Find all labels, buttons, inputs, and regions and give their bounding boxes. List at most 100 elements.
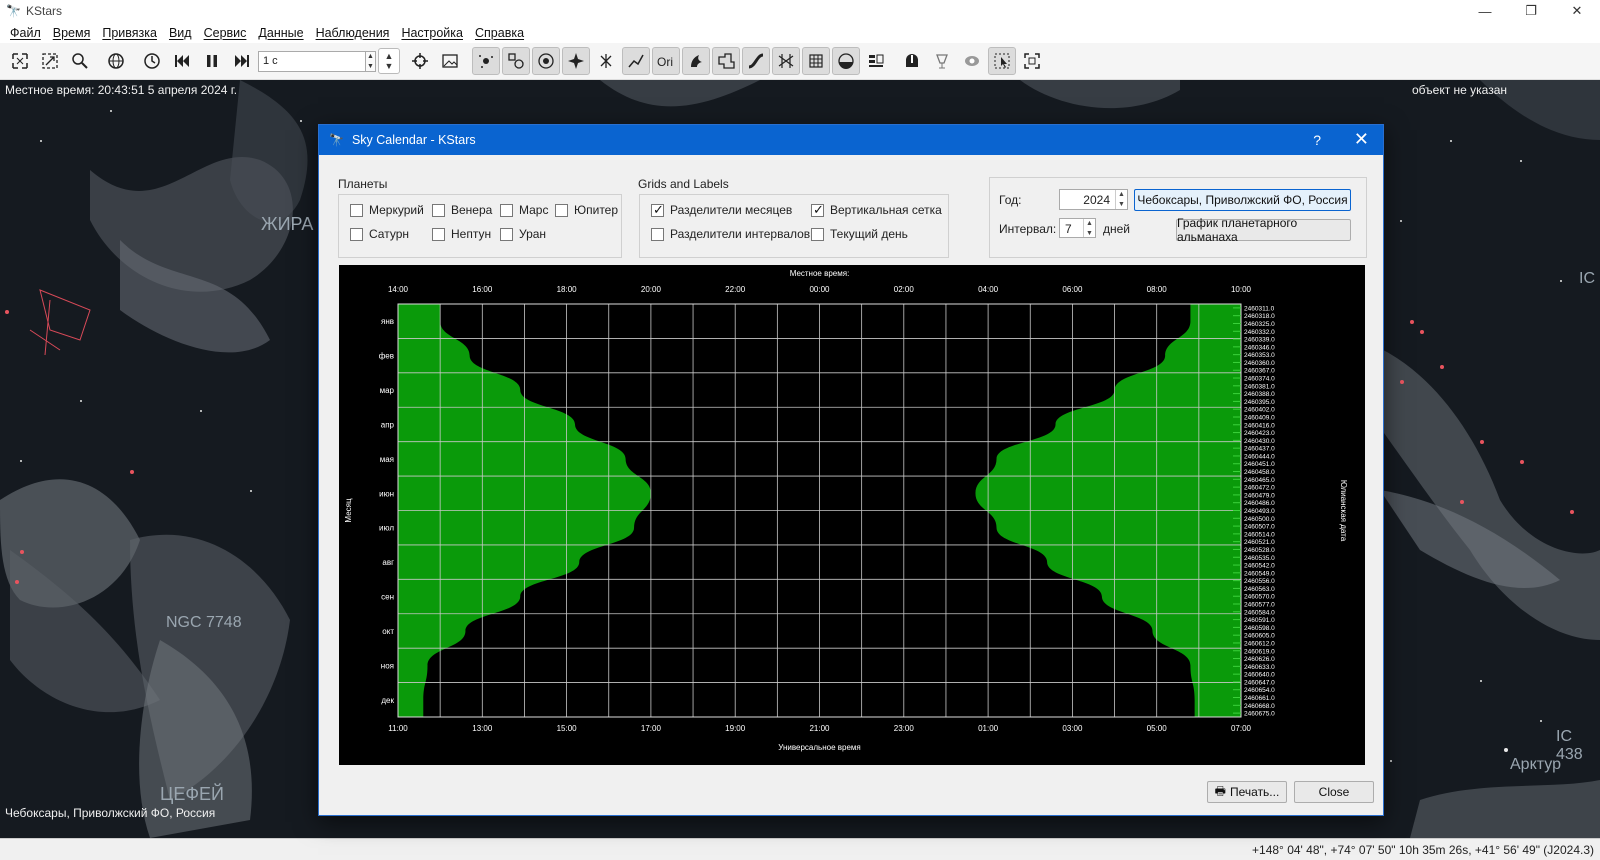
- jd-label: 2460563.0: [1244, 586, 1275, 593]
- step-forward-icon[interactable]: [228, 47, 256, 75]
- checkbox-box[interactable]: [500, 227, 513, 241]
- sky-objects-toggle-icon[interactable]: [958, 47, 986, 75]
- zoom-in-icon[interactable]: [6, 47, 34, 75]
- location-button[interactable]: Чебоксары, Приволжский ФО, Россия: [1134, 189, 1351, 211]
- interval-spinbox[interactable]: 7 ▲ ▼: [1059, 218, 1096, 238]
- local-time-tick-label: 04:00: [978, 285, 999, 294]
- planetary-almanac-button[interactable]: График планетарного альманаха: [1176, 216, 1351, 244]
- checkbox-box[interactable]: [555, 203, 568, 217]
- menu-view[interactable]: Вид: [163, 26, 198, 40]
- stars-toggle-icon[interactable]: [472, 47, 500, 75]
- checkbox-current-day[interactable]: Текущий день: [811, 227, 908, 241]
- dialog-help-button[interactable]: ?: [1313, 132, 1321, 148]
- checkbox-mercury[interactable]: Меркурий: [350, 203, 424, 217]
- jd-label: 2460402.0: [1244, 407, 1275, 414]
- deep-sky-toggle-icon[interactable]: [502, 47, 530, 75]
- ut-tick-label: 13:00: [472, 724, 493, 733]
- milky-way-toggle-icon[interactable]: [742, 47, 770, 75]
- minimize-button[interactable]: —: [1462, 0, 1508, 22]
- find-object-icon[interactable]: [66, 47, 94, 75]
- horizontal-grid-toggle-icon[interactable]: [802, 47, 830, 75]
- jd-label: 2460353.0: [1244, 352, 1275, 359]
- constellation-art-toggle-icon[interactable]: [682, 47, 710, 75]
- observatory-toggle-icon[interactable]: [898, 47, 926, 75]
- checkbox-mars[interactable]: Марс: [500, 203, 548, 217]
- interval-unit: дней: [1103, 222, 1131, 236]
- fullscreen-icon[interactable]: [1018, 47, 1046, 75]
- chart-svg: 14:00 16:00 18:00 20:00 22:00 00:00 02:00 04:00…: [344, 269, 1348, 752]
- constellation-lines-toggle-icon[interactable]: [622, 47, 650, 75]
- year-value[interactable]: 2024: [1060, 190, 1115, 209]
- close-button[interactable]: Close: [1294, 781, 1374, 803]
- maximize-button[interactable]: ❐: [1508, 0, 1554, 22]
- chart-top-title: Местное время:: [790, 269, 850, 278]
- telescope-fov-toggle-icon[interactable]: [928, 47, 956, 75]
- jd-label: 2460339.0: [1244, 337, 1275, 344]
- ut-tick-label: 11:00: [388, 724, 408, 733]
- local-time-tick-label: 00:00: [809, 285, 830, 294]
- menu-help[interactable]: Справка: [469, 26, 530, 40]
- interval-value[interactable]: 7: [1060, 219, 1083, 237]
- close-window-button[interactable]: ✕: [1554, 0, 1600, 22]
- jd-label: 2460514.0: [1244, 531, 1275, 538]
- equatorial-grid-toggle-icon[interactable]: [772, 47, 800, 75]
- menu-tools[interactable]: Сервис: [198, 26, 253, 40]
- solar-system-toggle-icon[interactable]: [532, 47, 560, 75]
- checkbox-box[interactable]: [350, 227, 363, 241]
- checkbox-box[interactable]: [432, 203, 445, 217]
- checkbox-box[interactable]: [651, 202, 664, 218]
- checkbox-jupiter[interactable]: Юпитер: [555, 203, 618, 217]
- image-icon[interactable]: [436, 47, 464, 75]
- checkbox-box[interactable]: [350, 203, 363, 217]
- jd-label: 2460521.0: [1244, 539, 1275, 546]
- menu-settings[interactable]: Настройка: [395, 26, 469, 40]
- checkbox-box[interactable]: [651, 227, 664, 241]
- checkbox-vertical-grid[interactable]: Вертикальная сетка: [811, 202, 942, 218]
- ground-toggle-icon[interactable]: [832, 47, 860, 75]
- year-spinbox[interactable]: 2024 ▲ ▼: [1059, 189, 1128, 210]
- ic-label-right: IC: [1579, 270, 1595, 287]
- menu-time[interactable]: Время: [47, 26, 97, 40]
- checkbox-venus[interactable]: Венера: [432, 203, 492, 217]
- menu-pointing[interactable]: Привязка: [96, 26, 163, 40]
- checkbox-box[interactable]: [811, 202, 824, 218]
- checkbox-box[interactable]: [432, 227, 445, 241]
- time-step-spin[interactable]: ▲ ▼: [366, 50, 376, 72]
- hips-toggle-icon[interactable]: [862, 47, 890, 75]
- checkbox-box[interactable]: [500, 203, 513, 217]
- local-time-tick-label: 06:00: [1062, 285, 1083, 294]
- crosshair-icon[interactable]: [406, 47, 434, 75]
- clock-icon[interactable]: [138, 47, 166, 75]
- checkbox-saturn[interactable]: Сатурн: [350, 227, 409, 241]
- constellation-bounds-toggle-icon[interactable]: [712, 47, 740, 75]
- jd-label: 2460500.0: [1244, 516, 1275, 523]
- satellites-toggle-icon[interactable]: [562, 47, 590, 75]
- constellation-names-toggle-icon[interactable]: Ori: [652, 47, 680, 75]
- checkbox-month-separators[interactable]: Разделители месяцев: [651, 202, 792, 218]
- dialog-close-icon[interactable]: ✕: [1354, 129, 1369, 150]
- jd-label: 2460311.0: [1244, 305, 1275, 312]
- step-backward-icon[interactable]: [168, 47, 196, 75]
- month-label: ноя: [381, 661, 394, 670]
- checkbox-interval-separators[interactable]: Разделители интервалов: [651, 227, 810, 241]
- menu-file[interactable]: Файл: [4, 26, 47, 40]
- time-step-input[interactable]: 1 с: [258, 50, 366, 72]
- kstars-icon: 🔭: [6, 4, 21, 18]
- cursor-select-toggle-icon[interactable]: [988, 47, 1016, 75]
- checkbox-neptune[interactable]: Нептун: [432, 227, 491, 241]
- printer-icon: 🖶: [1214, 783, 1226, 798]
- checkbox-uranus[interactable]: Уран: [500, 227, 546, 241]
- interval-spin-arrows[interactable]: ▲ ▼: [1083, 219, 1095, 237]
- supernovae-toggle-icon[interactable]: [592, 47, 620, 75]
- year-spin-arrows[interactable]: ▲ ▼: [1115, 190, 1127, 209]
- print-button[interactable]: 🖶 Печать...: [1207, 781, 1287, 803]
- time-step-unit-spin[interactable]: ▲ ▼: [378, 48, 400, 74]
- pause-icon[interactable]: [198, 47, 226, 75]
- ut-tick-label: 07:00: [1231, 724, 1252, 733]
- menu-observation[interactable]: Наблюдения: [310, 26, 396, 40]
- month-label: дек: [381, 696, 394, 705]
- menu-data[interactable]: Данные: [252, 26, 309, 40]
- zoom-out-icon[interactable]: [36, 47, 64, 75]
- checkbox-box[interactable]: [811, 227, 824, 241]
- globe-icon[interactable]: [102, 47, 130, 75]
